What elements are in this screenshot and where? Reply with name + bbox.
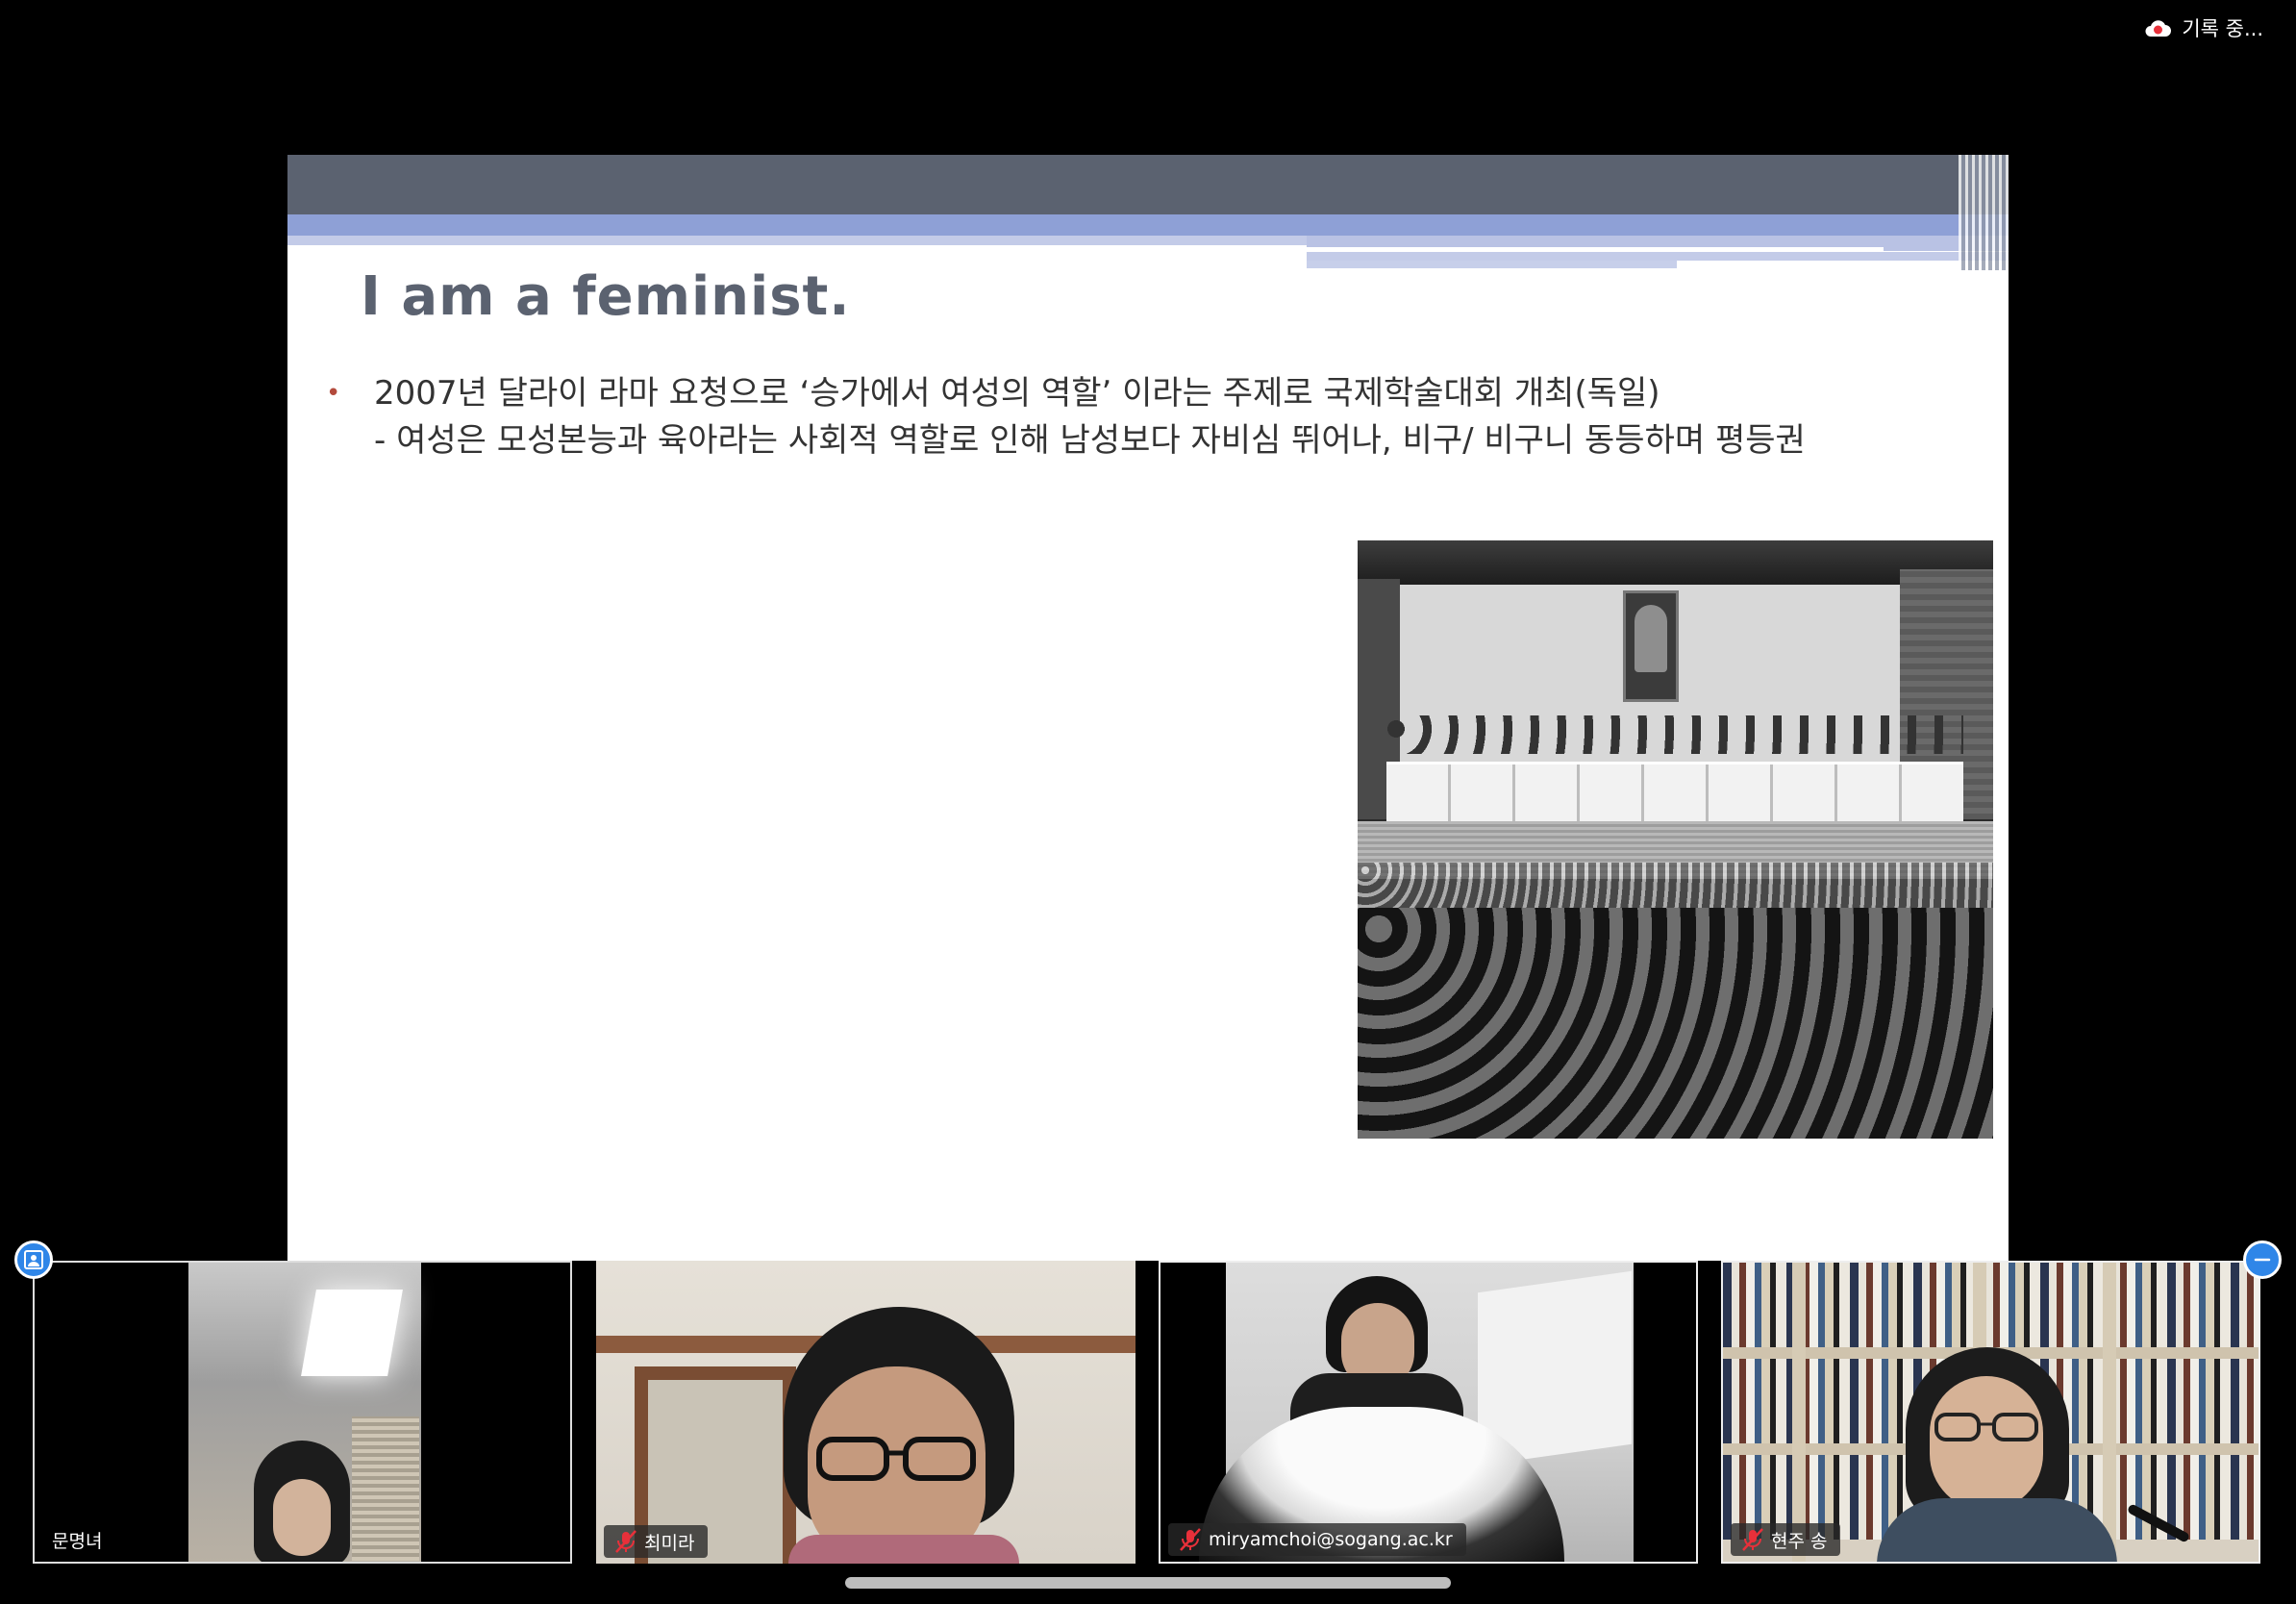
bullet-marker: • (326, 379, 341, 408)
participant-view-icon (24, 1250, 43, 1269)
participant-tile-3[interactable]: miryamchoi@sogang.ac.kr (1159, 1261, 1698, 1564)
slide-header-bands (287, 155, 2009, 275)
mic-muted-icon (1180, 1528, 1201, 1551)
participant-name: 현주 송 (1771, 1530, 1828, 1552)
recording-indicator[interactable]: 기록 중... (2143, 13, 2263, 42)
thangka-painting (1623, 590, 1679, 702)
switch-view-button[interactable] (14, 1241, 53, 1279)
bullet-text-line-1: 2007년 달라이 라마 요청으로 ‘승가에서 여성의 역할’ 이라는 주제로 … (374, 374, 1660, 413)
conference-photo (1358, 540, 1993, 1139)
bullet-text-line-2: - 여성은 모성본능과 육아라는 사회적 역할로 인해 남성보다 자비심 뛰어나… (374, 421, 1806, 460)
participant-tile-1[interactable]: 문명녀 (33, 1261, 572, 1564)
participant-name-tag: miryamchoi@sogang.ac.kr (1168, 1523, 1466, 1556)
zoom-meeting-screen: 기록 중... I am a feminist. • 2007년 달라이 라마 … (0, 0, 2296, 1604)
participant-tile-4[interactable]: 현주 송 (1721, 1261, 2260, 1564)
recording-label: 기록 중... (2182, 17, 2263, 40)
slide-title: I am a feminist. (361, 265, 851, 328)
shared-slide: I am a feminist. • 2007년 달라이 라마 요청으로 ‘승가… (287, 155, 2009, 1261)
participant-name-tag: 문명녀 (52, 1523, 115, 1556)
cloud-record-icon (2145, 20, 2172, 37)
mic-muted-icon (615, 1530, 636, 1553)
participant-name: 문명녀 (52, 1530, 103, 1552)
participant-name-tag: 현주 송 (1731, 1523, 1841, 1556)
participant-tile-2[interactable]: 최미라 (596, 1261, 1136, 1564)
participant-name: miryamchoi@sogang.ac.kr (1209, 1529, 1453, 1550)
minimize-icon (2254, 1258, 2271, 1262)
minimize-gallery-button[interactable] (2243, 1241, 2282, 1279)
participant-name-tag: 최미라 (604, 1525, 709, 1558)
home-indicator[interactable] (845, 1577, 1451, 1589)
mic-muted-icon (1742, 1528, 1763, 1551)
participant-name: 최미라 (644, 1532, 695, 1554)
